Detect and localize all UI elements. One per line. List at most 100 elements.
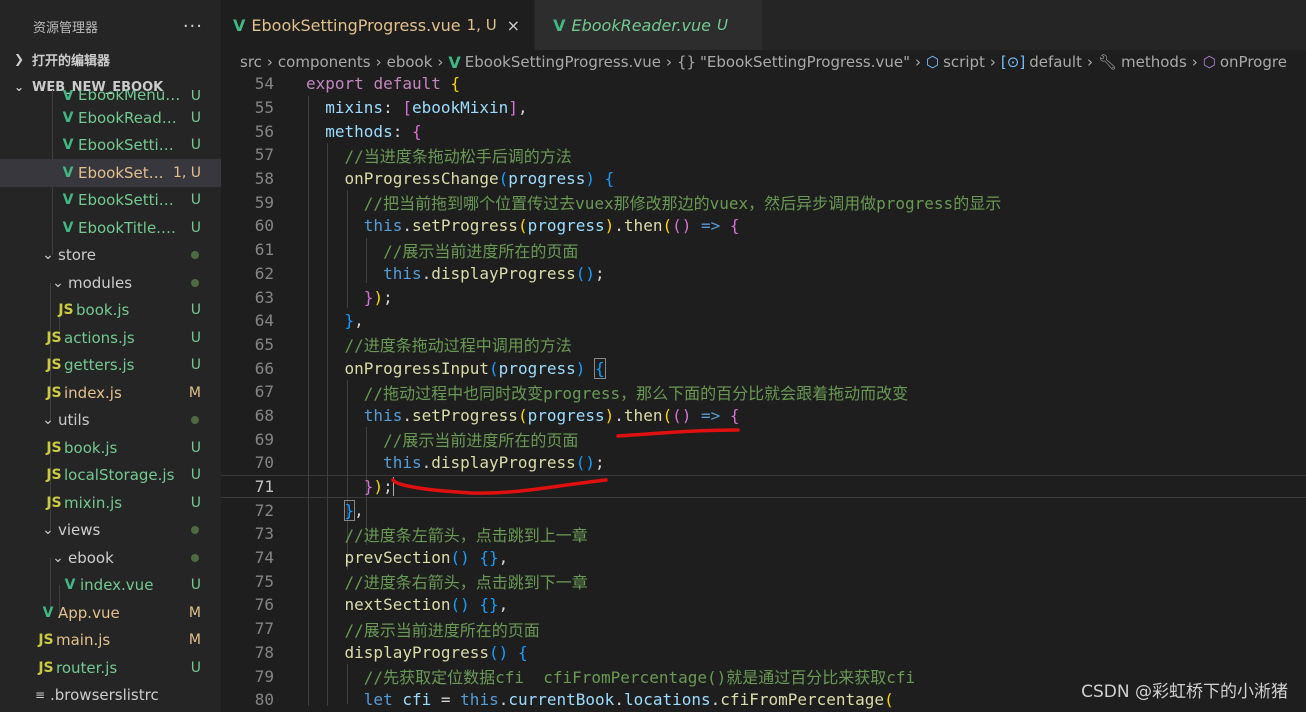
chevron-right-icon: ›: [914, 53, 921, 71]
chevron-down-icon: ⌄: [52, 274, 64, 291]
vue-file-icon: V: [62, 219, 74, 236]
js-file-icon: JS: [38, 632, 54, 649]
breadcrumb-item[interactable]: script: [943, 53, 985, 71]
code-line: 66 onProgressInput(progress) {: [254, 357, 606, 379]
status-dot: [191, 526, 199, 535]
more-actions-icon[interactable]: ···: [183, 16, 203, 37]
chevron-right-icon: ›: [989, 53, 996, 71]
vue-file-icon: V: [62, 90, 74, 104]
close-icon[interactable]: ×: [507, 16, 520, 35]
explorer-header: 资源管理器 ···: [0, 0, 221, 52]
breadcrumb-item[interactable]: default: [1029, 53, 1082, 71]
tab-bar: V EbookSettingProgress.vue 1, U × V Eboo…: [221, 0, 1306, 50]
code-line: 59 //把当前拖到哪个位置传过去vuex那修改那边的vuex，然后异步调用做p…: [254, 192, 1002, 214]
breadcrumb-item[interactable]: components: [278, 53, 371, 71]
chevron-down-icon: ⌄: [42, 412, 54, 429]
method-icon: ⬡: [1202, 53, 1216, 71]
breadcrumb-item[interactable]: src: [240, 53, 262, 71]
tree-file-ebookmenu[interactable]: V EbookMenu.vue U: [0, 90, 221, 104]
tree-file-getters[interactable]: JS getters.js U: [0, 352, 221, 380]
tree-file-ebookreader[interactable]: V EbookReader.vue U: [0, 104, 221, 132]
code-line: 55 mixins: [ebookMixin],: [254, 98, 528, 118]
js-file-icon: JS: [46, 467, 62, 484]
tree-file-store-index[interactable]: JS index.js M: [0, 379, 221, 407]
breadcrumb-item[interactable]: "EbookSettingProgress.vue": [700, 53, 910, 71]
breadcrumb-item[interactable]: EbookSettingProgress.vue: [465, 53, 661, 71]
code-line: 54 export default {: [254, 74, 461, 94]
code-line: 57 //当进度条拖动松手后调的方法: [254, 145, 572, 166]
breadcrumb: src › components › ebook › V EbookSettin…: [221, 50, 1306, 74]
code-line: 65 //进度条拖动过程中调用的方法: [254, 334, 572, 356]
config-file-icon: ≡: [34, 688, 46, 703]
js-file-icon: JS: [46, 494, 62, 511]
cube-icon: ⬡: [925, 53, 940, 71]
code-line: 56 methods: {: [254, 121, 422, 141]
tree-file-ebooksettingfont[interactable]: V EbookSettingFont.vue U: [0, 132, 221, 160]
tab-status: U: [717, 16, 728, 34]
tree-folder-views[interactable]: ⌄ views: [0, 517, 221, 545]
code-line: 61 //展示当前进度所在的页面: [254, 240, 579, 261]
code-line: 67 //拖动过程中也同时改变progress，那么下面的百分比就会跟着拖动而改…: [254, 382, 909, 403]
open-editors-section[interactable]: ❯ 打开的编辑器: [0, 48, 221, 70]
tab-ebooksettingprogress[interactable]: V EbookSettingProgress.vue 1, U ×: [221, 0, 536, 50]
chevron-right-icon: ›: [437, 53, 444, 71]
tree-file-main[interactable]: JS main.js M: [0, 627, 221, 655]
editor-area: V EbookSettingProgress.vue 1, U × V Eboo…: [221, 0, 1306, 712]
chevron-right-icon: ›: [266, 53, 273, 71]
vue-file-icon: V: [448, 52, 461, 72]
tree-folder-utils[interactable]: ⌄ utils: [0, 407, 221, 435]
code-line: 78 displayProgress() {: [254, 642, 528, 662]
status-dot: [191, 416, 199, 425]
breadcrumb-item[interactable]: onProgre: [1220, 53, 1287, 71]
tree-file-router[interactable]: JS router.js U: [0, 654, 221, 682]
tree-file-utils-book[interactable]: JS book.js U: [0, 434, 221, 462]
tree-file-ebooksettingprogress[interactable]: V EbookSettingProgress.vue 1, U: [0, 159, 221, 187]
chevron-right-icon: ›: [665, 53, 672, 71]
code-line: 72 },: [254, 499, 364, 521]
tree-folder-ebook[interactable]: ⌄ ebook: [0, 544, 221, 572]
code-line-current: 71 });: [221, 474, 1306, 499]
tree-file-ebooksettingtheme[interactable]: V EbookSettingTheme.vue U: [0, 187, 221, 215]
code-line: 73 //进度条左箭头，点击跳到上一章: [254, 524, 588, 545]
tree-file-browserslistrc[interactable]: ≡ .browserslistrc: [0, 682, 221, 710]
explorer-title: 资源管理器: [33, 20, 99, 36]
tab-status: 1, U: [466, 16, 497, 34]
chevron-down-icon: ⌄: [52, 549, 64, 566]
code-line: 64 },: [254, 311, 364, 331]
chevron-right-icon: ›: [1086, 53, 1093, 71]
js-file-icon: JS: [46, 439, 62, 456]
status-dot: [191, 251, 199, 260]
code-line: 60 this.setProgress(progress).then(() =>…: [254, 216, 740, 236]
tree-file-mixin[interactable]: JS mixin.js U: [0, 489, 221, 517]
vue-file-icon: V: [64, 577, 76, 594]
tree-folder-store[interactable]: ⌄ store: [0, 242, 221, 270]
code-editor[interactable]: 54 export default { 55 mixins: [ebookMixi…: [221, 72, 1306, 712]
tree-file-localstorage[interactable]: JS localStorage.js U: [0, 462, 221, 490]
tree-file-actions[interactable]: JS actions.js U: [0, 324, 221, 352]
open-editors-label: 打开的编辑器: [32, 53, 111, 69]
vue-file-icon: V: [62, 137, 74, 154]
tree-folder-modules[interactable]: ⌄ modules: [0, 269, 221, 297]
chevron-right-icon: ›: [375, 53, 382, 71]
variable-icon: [⊙]: [1000, 53, 1026, 71]
js-file-icon: JS: [38, 659, 54, 676]
tree-file-modules-book[interactable]: JS book.js U: [0, 297, 221, 325]
vue-file-icon: V: [62, 164, 74, 181]
code-line: 63 });: [254, 287, 393, 307]
breadcrumb-item[interactable]: ebook: [387, 53, 433, 71]
status-dot: [191, 553, 199, 562]
vue-file-icon: V: [553, 15, 566, 35]
chevron-right-icon: ❯: [14, 52, 25, 66]
chevron-down-icon: ⌄: [42, 522, 54, 539]
code-line: 62 this.displayProgress();: [254, 263, 605, 283]
tree-file-ebooktitle[interactable]: V EbookTitle.vue U: [0, 214, 221, 242]
code-line: 77 //展示当前进度所在的页面: [254, 619, 540, 640]
tree-file-app[interactable]: V App.vue M: [0, 599, 221, 627]
tab-label: EbookSettingProgress.vue: [251, 15, 461, 35]
vue-file-icon: V: [42, 604, 54, 621]
tab-ebookreader[interactable]: V EbookReader.vue U: [535, 0, 763, 50]
code-line: 76 nextSection() {},: [254, 595, 509, 615]
status-dot: [191, 278, 199, 287]
tree-file-views-index[interactable]: V index.vue U: [0, 572, 221, 600]
breadcrumb-item[interactable]: methods: [1121, 53, 1187, 71]
